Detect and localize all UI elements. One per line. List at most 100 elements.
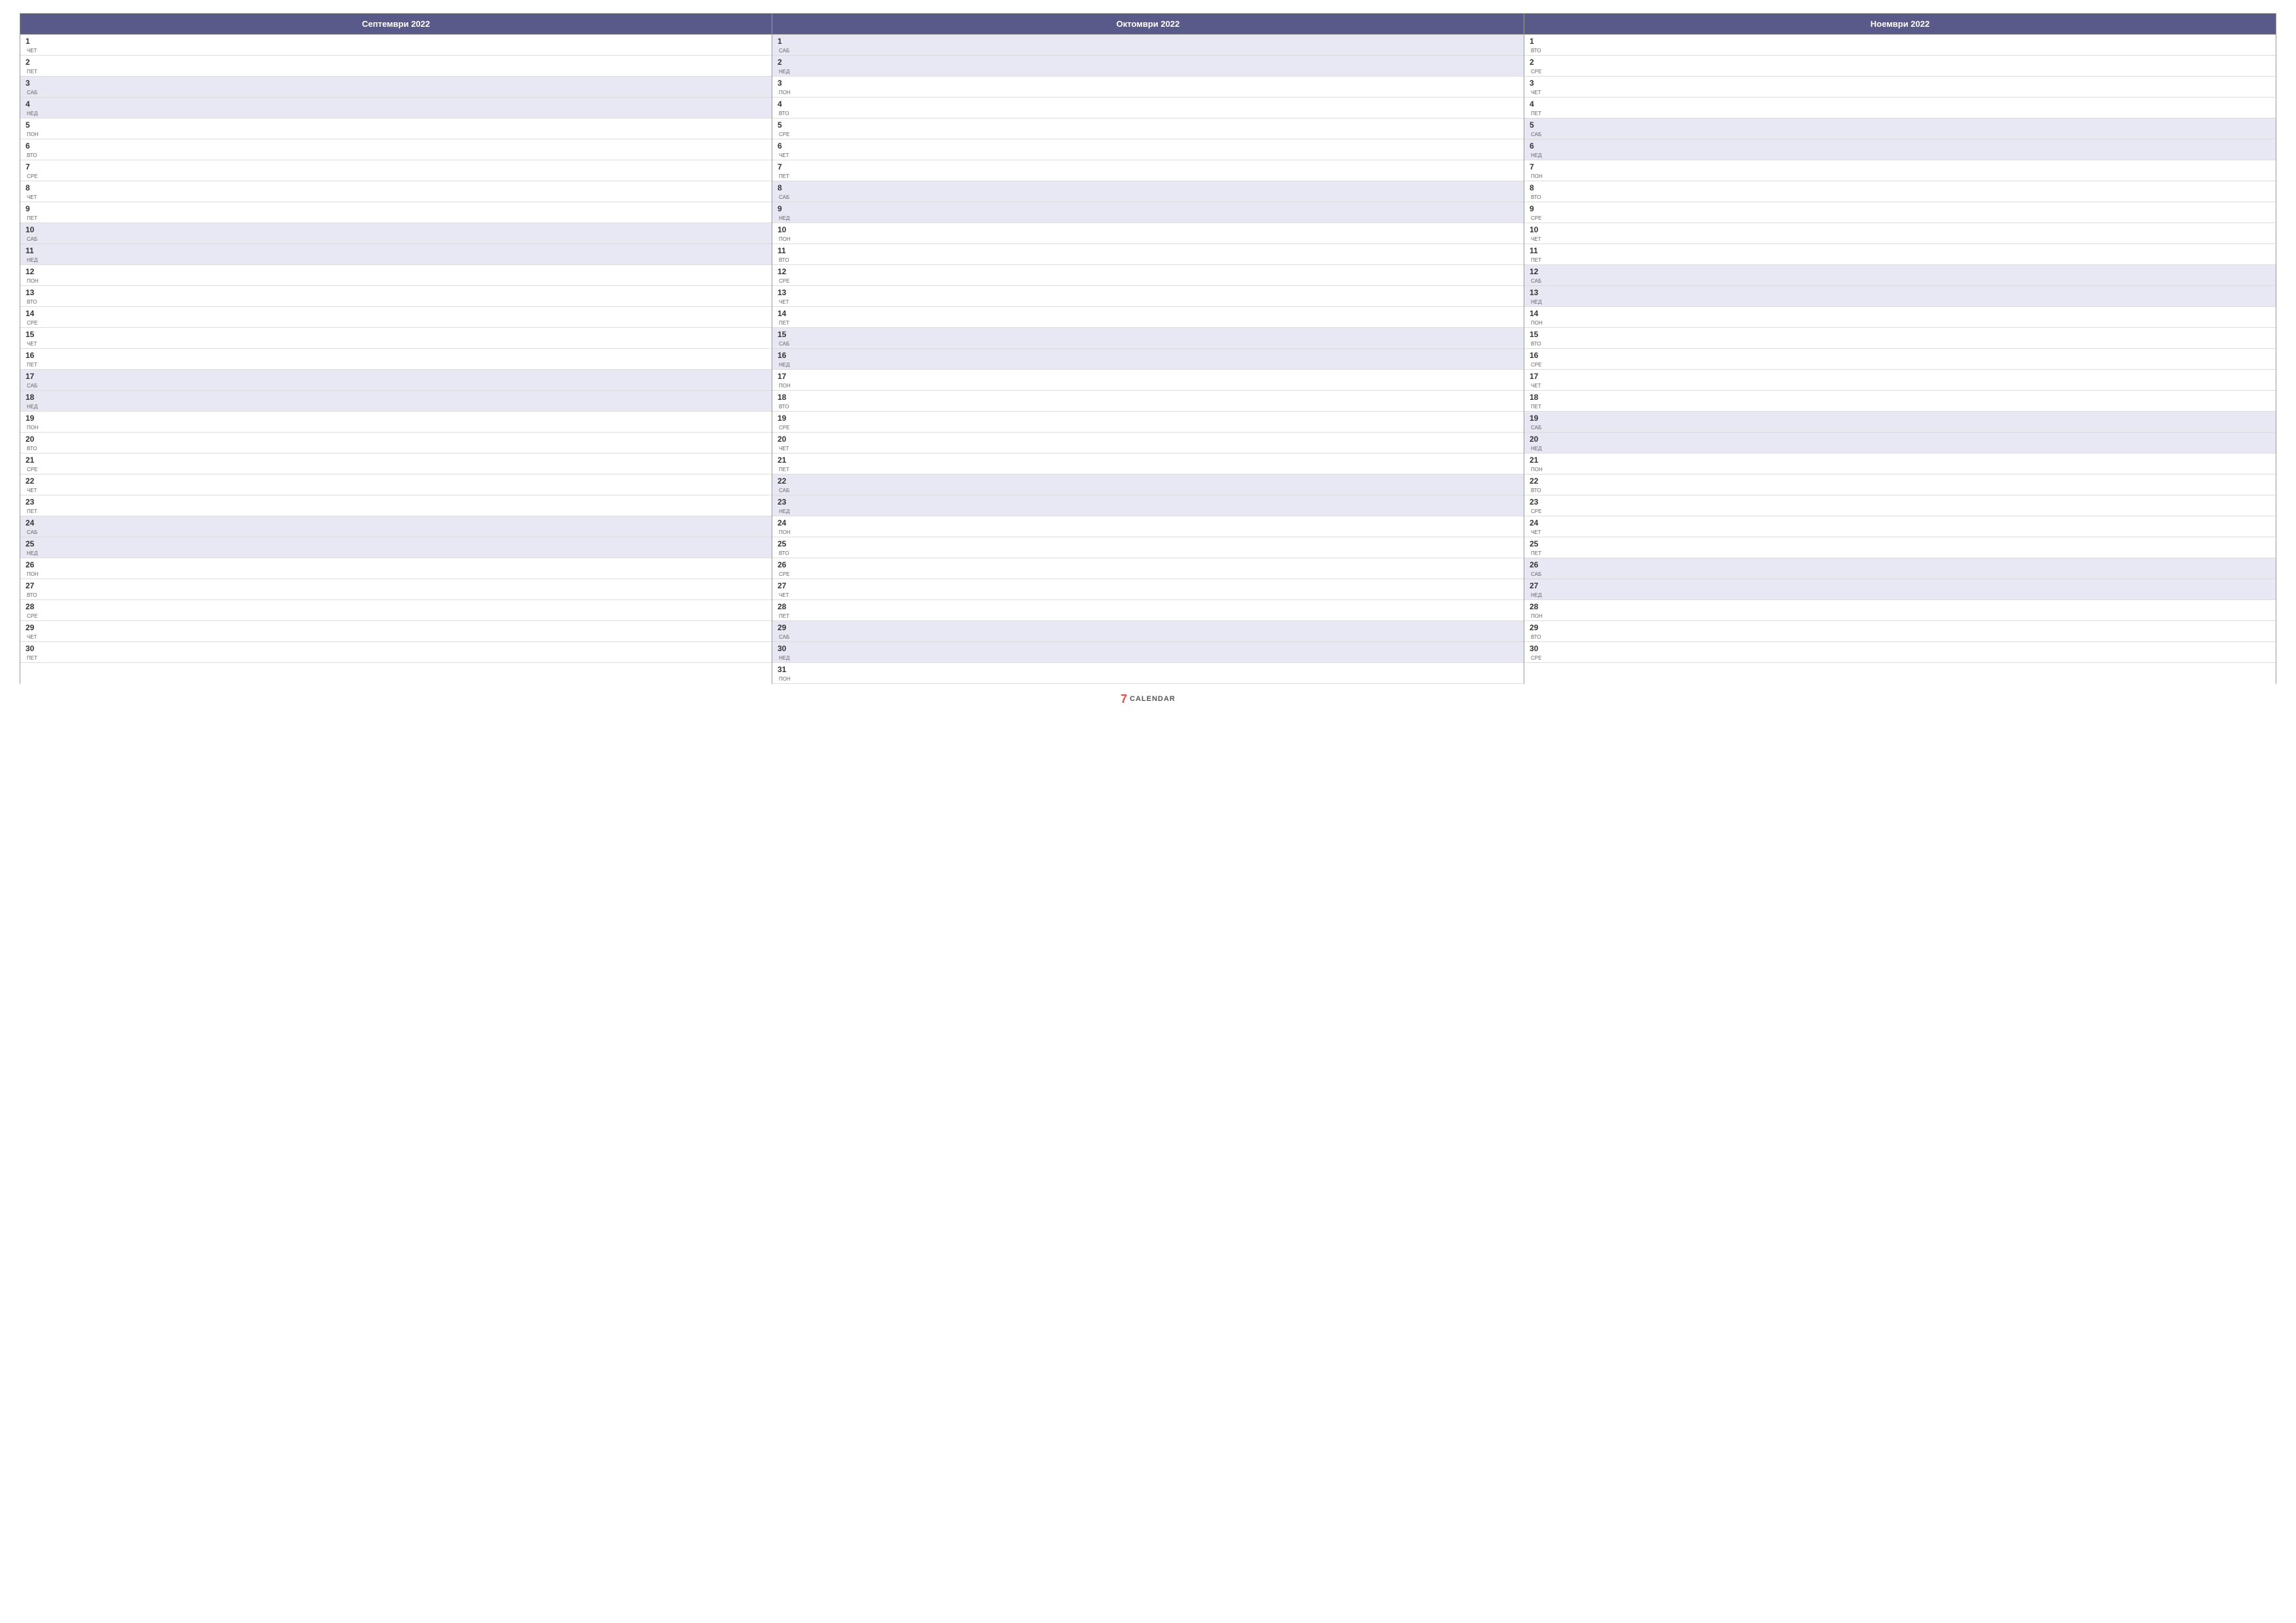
- day-number: 14: [26, 308, 39, 318]
- day-name: ПОН: [779, 381, 791, 389]
- day-row: 20ЧЕТ: [772, 433, 1524, 454]
- logo-number: 7: [1121, 693, 1127, 705]
- day-row: 14ПЕТ: [772, 307, 1524, 328]
- day-number: 8: [1530, 183, 1543, 192]
- day-content: 13ЧЕТ: [778, 287, 791, 305]
- calendar-wrapper: Септември 20221ЧЕТ2ПЕТ3САБ4НЕД5ПОН6ВТО7С…: [0, 0, 2296, 724]
- day-row: 1ЧЕТ: [20, 35, 772, 56]
- day-row: 29ЧЕТ: [20, 621, 772, 642]
- day-name: САБ: [27, 527, 39, 535]
- day-number: 7: [1530, 162, 1543, 171]
- day-name: САБ: [1531, 276, 1543, 284]
- day-row: 19ПОН: [20, 412, 772, 433]
- day-number: 27: [778, 580, 791, 590]
- day-row: 28СРЕ: [20, 600, 772, 621]
- day-name: ЧЕТ: [27, 632, 39, 640]
- day-number: 12: [778, 266, 791, 276]
- day-row: 31ПОН: [772, 663, 1524, 684]
- day-row: 2СРЕ: [1524, 56, 2276, 77]
- day-row: 9НЕД: [772, 202, 1524, 223]
- day-row: 19СРЕ: [772, 412, 1524, 433]
- day-row: 4НЕД: [20, 98, 772, 118]
- day-content: 25ПЕТ: [1530, 539, 1543, 556]
- day-row: 13ВТО: [20, 286, 772, 307]
- day-number: 23: [778, 497, 791, 507]
- day-row: 7ПОН: [1524, 160, 2276, 181]
- day-content: 5СРЕ: [778, 120, 791, 137]
- day-content: 4НЕД: [26, 99, 39, 116]
- day-content: 13НЕД: [1530, 287, 1543, 305]
- day-number: 15: [778, 329, 791, 339]
- day-number: 20: [778, 434, 791, 444]
- day-name: ПЕТ: [1531, 109, 1543, 116]
- day-content: 23НЕД: [778, 497, 791, 514]
- day-content: 12СРЕ: [778, 266, 791, 284]
- day-content: 12ПОН: [26, 266, 39, 284]
- day-name: ЧЕТ: [27, 192, 39, 200]
- day-name: СРЕ: [1531, 67, 1543, 75]
- day-row: 16НЕД: [772, 349, 1524, 370]
- day-name: НЕД: [779, 653, 791, 661]
- day-content: 20ЧЕТ: [778, 434, 791, 452]
- day-content: 25ВТО: [778, 539, 791, 556]
- day-content: 26СРЕ: [778, 560, 791, 577]
- day-name: ПЕТ: [1531, 402, 1543, 410]
- day-name: СРЕ: [1531, 653, 1543, 661]
- day-number: 9: [1530, 204, 1543, 213]
- day-name: НЕД: [27, 109, 39, 116]
- day-row: 8ВТО: [1524, 181, 2276, 202]
- day-number: 7: [26, 162, 39, 171]
- day-number: 10: [778, 224, 791, 234]
- day-number: 22: [1530, 476, 1543, 486]
- day-name: ЧЕТ: [27, 486, 39, 493]
- day-content: 24САБ: [26, 518, 39, 535]
- day-content: 18ПЕТ: [1530, 392, 1543, 410]
- day-content: 15ЧЕТ: [26, 329, 39, 347]
- day-content: 4ПЕТ: [1530, 99, 1543, 116]
- day-name: ЧЕТ: [779, 151, 791, 158]
- day-number: 14: [778, 308, 791, 318]
- day-name: ВТО: [779, 548, 791, 556]
- day-row: 22ВТО: [1524, 474, 2276, 495]
- day-number: 17: [26, 371, 39, 381]
- day-content: 20ВТО: [26, 434, 39, 452]
- day-content: 26ПОН: [26, 560, 39, 577]
- day-name: САБ: [27, 381, 39, 389]
- day-name: САБ: [1531, 569, 1543, 577]
- day-name: ВТО: [27, 444, 39, 452]
- day-content: 23СРЕ: [1530, 497, 1543, 514]
- day-name: ПОН: [1531, 318, 1543, 326]
- day-number: 18: [26, 392, 39, 402]
- day-name: СРЕ: [779, 569, 791, 577]
- day-row: 1САБ: [772, 35, 1524, 56]
- day-row: 14ПОН: [1524, 307, 2276, 328]
- day-row: 20НЕД: [1524, 433, 2276, 454]
- day-number: 18: [778, 392, 791, 402]
- day-name: НЕД: [1531, 590, 1543, 598]
- day-number: 29: [1530, 622, 1543, 632]
- day-name: ПЕТ: [779, 611, 791, 619]
- day-number: 12: [26, 266, 39, 276]
- day-name: СРЕ: [779, 423, 791, 431]
- day-content: 24ЧЕТ: [1530, 518, 1543, 535]
- day-content: 3ЧЕТ: [1530, 78, 1543, 96]
- day-content: 8ЧЕТ: [26, 183, 39, 200]
- day-name: САБ: [1531, 130, 1543, 137]
- month-header-september: Септември 2022: [20, 14, 772, 35]
- day-number: 15: [26, 329, 39, 339]
- day-row: 21ПЕТ: [772, 454, 1524, 474]
- day-name: НЕД: [1531, 444, 1543, 452]
- day-name: ПЕТ: [27, 360, 39, 368]
- day-name: СРЕ: [1531, 213, 1543, 221]
- day-name: НЕД: [779, 67, 791, 75]
- day-row: 12ПОН: [20, 265, 772, 286]
- day-row: 8ЧЕТ: [20, 181, 772, 202]
- day-content: 16СРЕ: [1530, 350, 1543, 368]
- day-content: 20НЕД: [1530, 434, 1543, 452]
- day-number: 4: [1530, 99, 1543, 109]
- day-content: 10САБ: [26, 224, 39, 242]
- day-name: ВТО: [27, 297, 39, 305]
- day-number: 6: [26, 141, 39, 151]
- day-name: СРЕ: [27, 611, 39, 619]
- day-number: 8: [778, 183, 791, 192]
